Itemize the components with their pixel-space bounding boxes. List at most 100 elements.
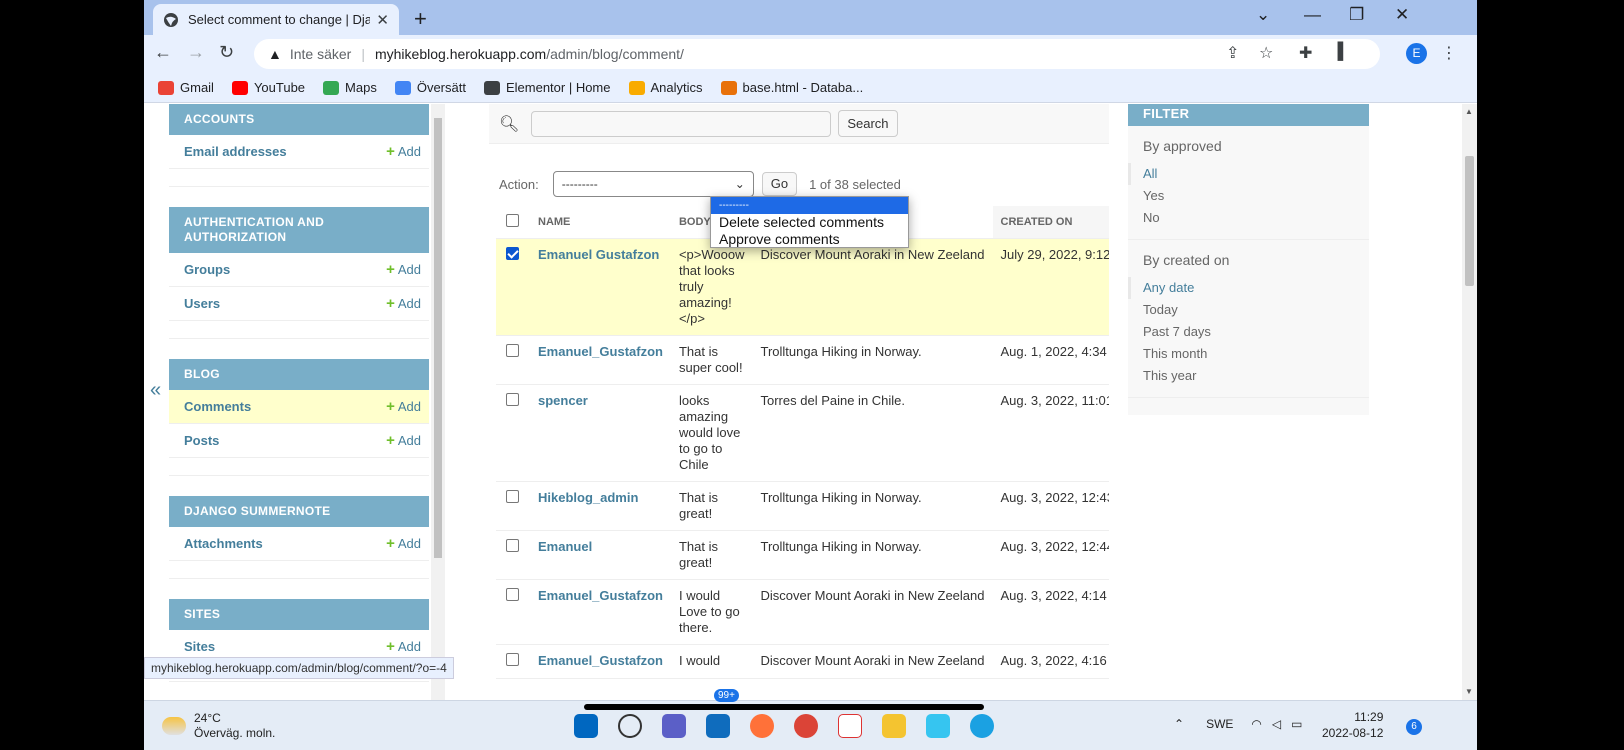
sidebar-item-link[interactable]: Attachments — [184, 536, 263, 551]
add-link[interactable]: + Add — [386, 398, 421, 415]
search-taskbar-icon[interactable] — [618, 714, 642, 738]
row-checkbox[interactable] — [506, 246, 519, 260]
address-bar[interactable]: ▲ Inte säker | myhikeblog.herokuapp.com … — [254, 39, 1380, 69]
filter-option[interactable]: This year — [1143, 365, 1354, 387]
module-caption[interactable]: BLOG — [169, 359, 429, 390]
battery-icon[interactable]: ▭ — [1291, 717, 1302, 731]
comment-name-link[interactable]: Emanuel_Gustafzon — [538, 653, 663, 668]
bookmark-item[interactable]: Analytics — [628, 80, 703, 95]
new-tab-icon[interactable]: + — [414, 6, 427, 32]
weather-widget[interactable]: 24°C Överväg. moln. — [162, 711, 275, 741]
reload-icon[interactable]: ↻ — [219, 42, 234, 63]
filter-option[interactable]: Yes — [1143, 185, 1354, 207]
sidebar-item-link[interactable]: Sites — [184, 639, 215, 654]
sidebar-item-link[interactable]: Groups — [184, 262, 230, 277]
mail-icon[interactable] — [706, 714, 730, 738]
chevron-up-icon[interactable]: ⌃ — [1174, 717, 1184, 731]
add-link[interactable]: + Add — [386, 535, 421, 552]
column-header-name[interactable]: NAME — [530, 206, 671, 239]
filter-option[interactable]: All — [1128, 163, 1354, 185]
bookmark-item[interactable]: Maps — [323, 80, 377, 95]
action-select[interactable]: --------- ⌄ — [552, 171, 754, 197]
minimize-icon[interactable]: — — [1304, 5, 1321, 25]
scroll-thumb[interactable] — [1465, 156, 1474, 286]
bookmark-item[interactable]: base.html - Databa... — [720, 80, 863, 95]
teams-icon[interactable] — [662, 714, 686, 738]
bookmark-item[interactable]: Gmail — [158, 80, 214, 95]
add-link[interactable]: + Add — [386, 638, 421, 655]
wifi-icon[interactable]: ◠ — [1251, 717, 1261, 731]
comment-name-link[interactable]: spencer — [538, 393, 588, 408]
chrome-icon[interactable] — [794, 714, 818, 738]
warning-icon[interactable]: ▲ — [268, 46, 282, 62]
filter-option[interactable]: This month — [1143, 343, 1354, 365]
sidebar-item-link[interactable]: Comments — [184, 399, 251, 414]
module-caption[interactable]: AUTHENTICATION AND AUTHORIZATION — [169, 207, 429, 253]
sidebar-scrollbar[interactable] — [431, 104, 445, 700]
row-checkbox[interactable] — [506, 538, 519, 552]
row-checkbox[interactable] — [506, 489, 519, 503]
page-scrollbar[interactable]: ▲ ▼ — [1462, 104, 1477, 700]
filter-option[interactable]: Today — [1143, 299, 1354, 321]
restore-icon[interactable]: ❐ — [1349, 5, 1364, 25]
action-option[interactable]: --------- — [711, 197, 908, 214]
row-checkbox[interactable] — [506, 587, 519, 601]
scroll-down-icon[interactable]: ▼ — [1465, 687, 1473, 696]
extensions-icon[interactable]: ✚ — [1299, 43, 1312, 63]
language-indicator[interactable]: SWE — [1206, 717, 1233, 731]
tab-close-icon[interactable]: ✕ — [376, 11, 389, 29]
bookmark-item[interactable]: Elementor | Home — [483, 80, 611, 95]
action-option[interactable]: Delete selected comments — [711, 214, 908, 231]
file-explorer-icon[interactable] — [882, 714, 906, 738]
firefox-icon[interactable] — [750, 714, 774, 738]
comment-name-link[interactable]: Emanuel_Gustafzon — [538, 588, 663, 603]
add-link[interactable]: + Add — [386, 143, 421, 160]
row-checkbox[interactable] — [506, 392, 519, 406]
collapse-sidebar-icon[interactable]: « — [150, 379, 161, 402]
select-all-checkbox[interactable] — [506, 213, 519, 227]
slack-icon[interactable] — [926, 714, 950, 738]
clock[interactable]: 11:29 2022-08-12 — [1322, 709, 1383, 741]
search-input[interactable] — [531, 110, 832, 137]
gift-icon[interactable] — [838, 714, 862, 738]
volume-icon[interactable]: ◁ — [1272, 717, 1281, 731]
comment-name-link[interactable]: Emanuel Gustafzon — [538, 247, 659, 262]
sidebar-item-link[interactable]: Email addresses — [184, 144, 287, 159]
module-caption[interactable]: SITES — [169, 599, 429, 630]
add-link[interactable]: + Add — [386, 261, 421, 278]
comment-name-link[interactable]: Emanuel_Gustafzon — [538, 344, 663, 359]
profile-avatar[interactable]: E — [1406, 43, 1427, 64]
bookmark-item[interactable]: YouTube — [231, 80, 305, 95]
sidebar-item-link[interactable]: Posts — [184, 433, 219, 448]
row-checkbox[interactable] — [506, 652, 519, 666]
comment-name-link[interactable]: Hikeblog_admin — [538, 490, 638, 505]
forward-icon[interactable]: → — [187, 42, 205, 63]
add-link[interactable]: + Add — [386, 295, 421, 312]
close-window-icon[interactable]: ✕ — [1395, 5, 1409, 25]
share-icon[interactable]: ⇪ — [1226, 43, 1239, 63]
action-option[interactable]: Approve comments — [711, 231, 908, 248]
bookmark-star-icon[interactable]: ☆ — [1259, 43, 1273, 63]
filter-option[interactable]: No — [1143, 207, 1354, 229]
search-button[interactable]: Search — [838, 110, 898, 137]
go-button[interactable]: Go — [761, 172, 798, 196]
row-checkbox[interactable] — [506, 343, 519, 357]
notification-badge[interactable]: 6 — [1406, 719, 1422, 735]
tab-search-icon[interactable]: ⌄ — [1256, 5, 1270, 25]
filter-option[interactable]: Past 7 days — [1143, 321, 1354, 343]
scroll-up-icon[interactable]: ▲ — [1465, 107, 1473, 116]
back-icon[interactable]: ← — [154, 42, 172, 63]
bookmark-item[interactable]: Översätt — [394, 80, 466, 95]
sidebar-item-link[interactable]: Users — [184, 296, 220, 311]
add-link[interactable]: + Add — [386, 432, 421, 449]
comment-name-link[interactable]: Emanuel — [538, 539, 592, 554]
browser-tab[interactable]: Select comment to change | Djan ✕ — [153, 4, 399, 35]
filter-option[interactable]: Any date — [1128, 277, 1354, 299]
kebab-menu-icon[interactable]: ⋮ — [1441, 43, 1457, 63]
side-panel-icon[interactable]: ▐ — [1332, 43, 1343, 61]
start-icon[interactable] — [574, 714, 598, 738]
module-caption[interactable]: DJANGO SUMMERNOTE — [169, 496, 429, 527]
column-header-created-on[interactable]: CREATED ON — [992, 206, 1109, 239]
vscode-icon[interactable] — [970, 714, 994, 738]
module-caption[interactable]: ACCOUNTS — [169, 104, 429, 135]
